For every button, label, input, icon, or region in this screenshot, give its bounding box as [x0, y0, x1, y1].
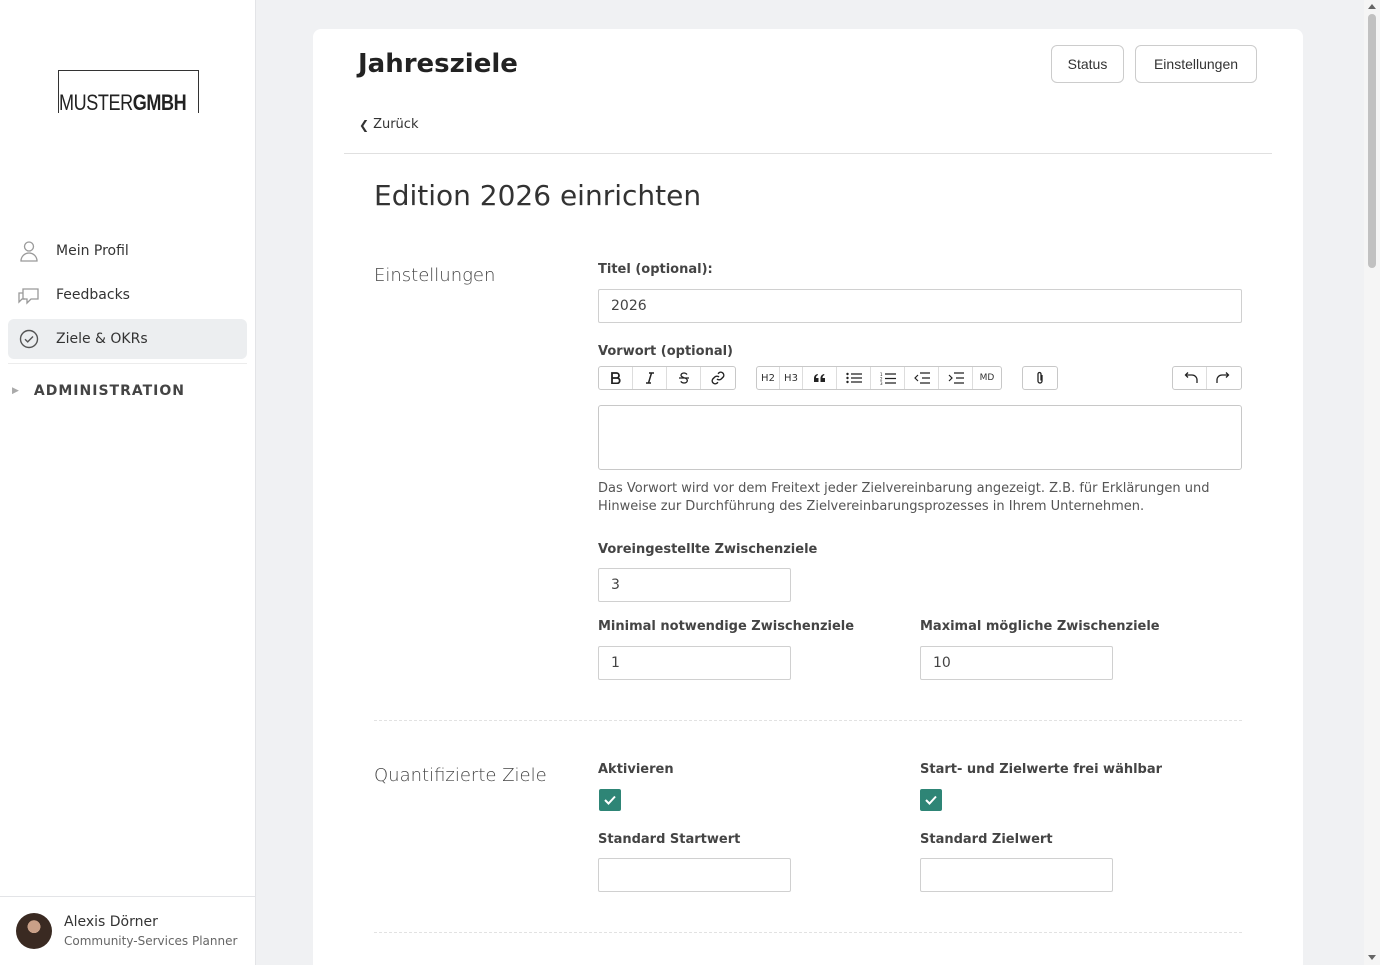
default-milestones-input[interactable]: 3: [598, 568, 791, 602]
chevron-left-icon: ❮: [359, 117, 370, 132]
bold-icon[interactable]: [599, 367, 633, 389]
user-icon: [18, 240, 40, 262]
editor-toolbar-format: [598, 366, 736, 390]
italic-icon[interactable]: [633, 367, 667, 389]
back-link[interactable]: ❮ Zurück: [359, 117, 418, 132]
max-milestones-input[interactable]: 10: [920, 646, 1113, 680]
outdent-icon[interactable]: [905, 367, 939, 389]
scroll-up-icon[interactable]: [1368, 4, 1376, 9]
edition-heading: Edition 2026 einrichten: [374, 179, 702, 212]
sidebar: MUSTERGMBH Mein Profil Feedbacks Ziele &…: [0, 0, 256, 965]
editor-toolbar-history: [1172, 366, 1242, 390]
target-value-input[interactable]: [920, 858, 1113, 892]
numbered-list-icon[interactable]: 123: [871, 367, 905, 389]
title-input[interactable]: 2026: [598, 289, 1242, 323]
sidebar-item-goals[interactable]: Ziele & OKRs: [8, 319, 247, 359]
page-title: Jahresziele: [358, 49, 518, 79]
user-role: Community-Services Planner: [64, 934, 238, 948]
check-icon: [604, 795, 616, 805]
sidebar-item-profile[interactable]: Mein Profil: [8, 231, 247, 271]
preface-label: Vorwort (optional): [598, 344, 733, 359]
logo-text-bold: GMBH: [132, 90, 187, 115]
avatar: [16, 913, 52, 949]
max-milestones-label: Maximal mögliche Zwischenziele: [920, 619, 1160, 634]
check-icon: [925, 795, 937, 805]
free-values-label: Start- und Zielwerte frei wählbar: [920, 762, 1163, 777]
caret-right-icon: ▶: [12, 386, 20, 396]
check-circle-icon: [18, 328, 40, 350]
section-quantified-goals-title: Quantifizierte Ziele: [374, 765, 547, 786]
sidebar-item-feedbacks[interactable]: Feedbacks: [8, 275, 247, 315]
redo-icon[interactable]: [1207, 367, 1241, 389]
editor-toolbar-attach: [1022, 366, 1058, 390]
free-values-checkbox[interactable]: [920, 789, 942, 811]
markdown-icon[interactable]: MD: [973, 367, 1001, 389]
start-value-label: Standard Startwert: [598, 832, 741, 847]
company-logo[interactable]: MUSTERGMBH: [58, 70, 199, 115]
section-divider: [374, 932, 1242, 933]
activate-checkbox[interactable]: [599, 789, 621, 811]
title-label: Titel (optional):: [598, 262, 713, 277]
nav-divider: [8, 363, 247, 364]
page-scrollbar[interactable]: [1364, 0, 1380, 965]
user-profile[interactable]: Alexis Dörner Community-Services Planner: [0, 896, 256, 965]
activate-label: Aktivieren: [598, 762, 674, 777]
scroll-thumb[interactable]: [1368, 14, 1376, 268]
quote-icon[interactable]: [803, 367, 837, 389]
main-card: Jahresziele Status Einstellungen ❮ Zurüc…: [313, 29, 1303, 965]
section-settings-title: Einstellungen: [374, 265, 496, 286]
strikethrough-icon[interactable]: [667, 367, 701, 389]
link-icon[interactable]: [701, 367, 735, 389]
header-divider: [344, 153, 1272, 154]
svg-text:3: 3: [880, 381, 883, 385]
scroll-down-icon[interactable]: [1368, 955, 1376, 960]
sidebar-item-label: Ziele & OKRs: [56, 331, 148, 347]
preface-help-text: Das Vorwort wird vor dem Freitext jeder …: [598, 481, 1210, 514]
status-button[interactable]: Status: [1051, 45, 1124, 83]
settings-button[interactable]: Einstellungen: [1135, 45, 1257, 83]
undo-icon[interactable]: [1173, 367, 1207, 389]
bullet-list-icon[interactable]: [837, 367, 871, 389]
heading-2-icon[interactable]: H2: [757, 367, 780, 389]
paperclip-icon[interactable]: [1023, 367, 1057, 389]
admin-label: ADMINISTRATION: [33, 383, 185, 399]
back-label: Zurück: [373, 117, 419, 132]
min-milestones-input[interactable]: 1: [598, 646, 791, 680]
default-milestones-label: Voreingestellte Zwischenziele: [598, 542, 818, 557]
sidebar-item-label: Mein Profil: [56, 243, 129, 259]
section-divider: [374, 720, 1242, 721]
heading-3-icon[interactable]: H3: [780, 367, 803, 389]
sidebar-admin-toggle[interactable]: ▶ ADMINISTRATION: [12, 383, 185, 399]
chat-icon: [18, 284, 40, 306]
indent-icon[interactable]: [939, 367, 973, 389]
preface-editor[interactable]: [598, 405, 1242, 470]
sidebar-nav: Mein Profil Feedbacks Ziele & OKRs: [8, 231, 247, 364]
start-value-input[interactable]: [598, 858, 791, 892]
editor-toolbar-blocks: H2 H3 123 MD: [756, 366, 1002, 390]
target-value-label: Standard Zielwert: [920, 832, 1053, 847]
min-milestones-label: Minimal notwendige Zwischenziele: [598, 619, 855, 634]
sidebar-item-label: Feedbacks: [56, 287, 130, 303]
user-name: Alexis Dörner: [64, 914, 158, 930]
logo-text-light: MUSTER: [59, 90, 133, 115]
